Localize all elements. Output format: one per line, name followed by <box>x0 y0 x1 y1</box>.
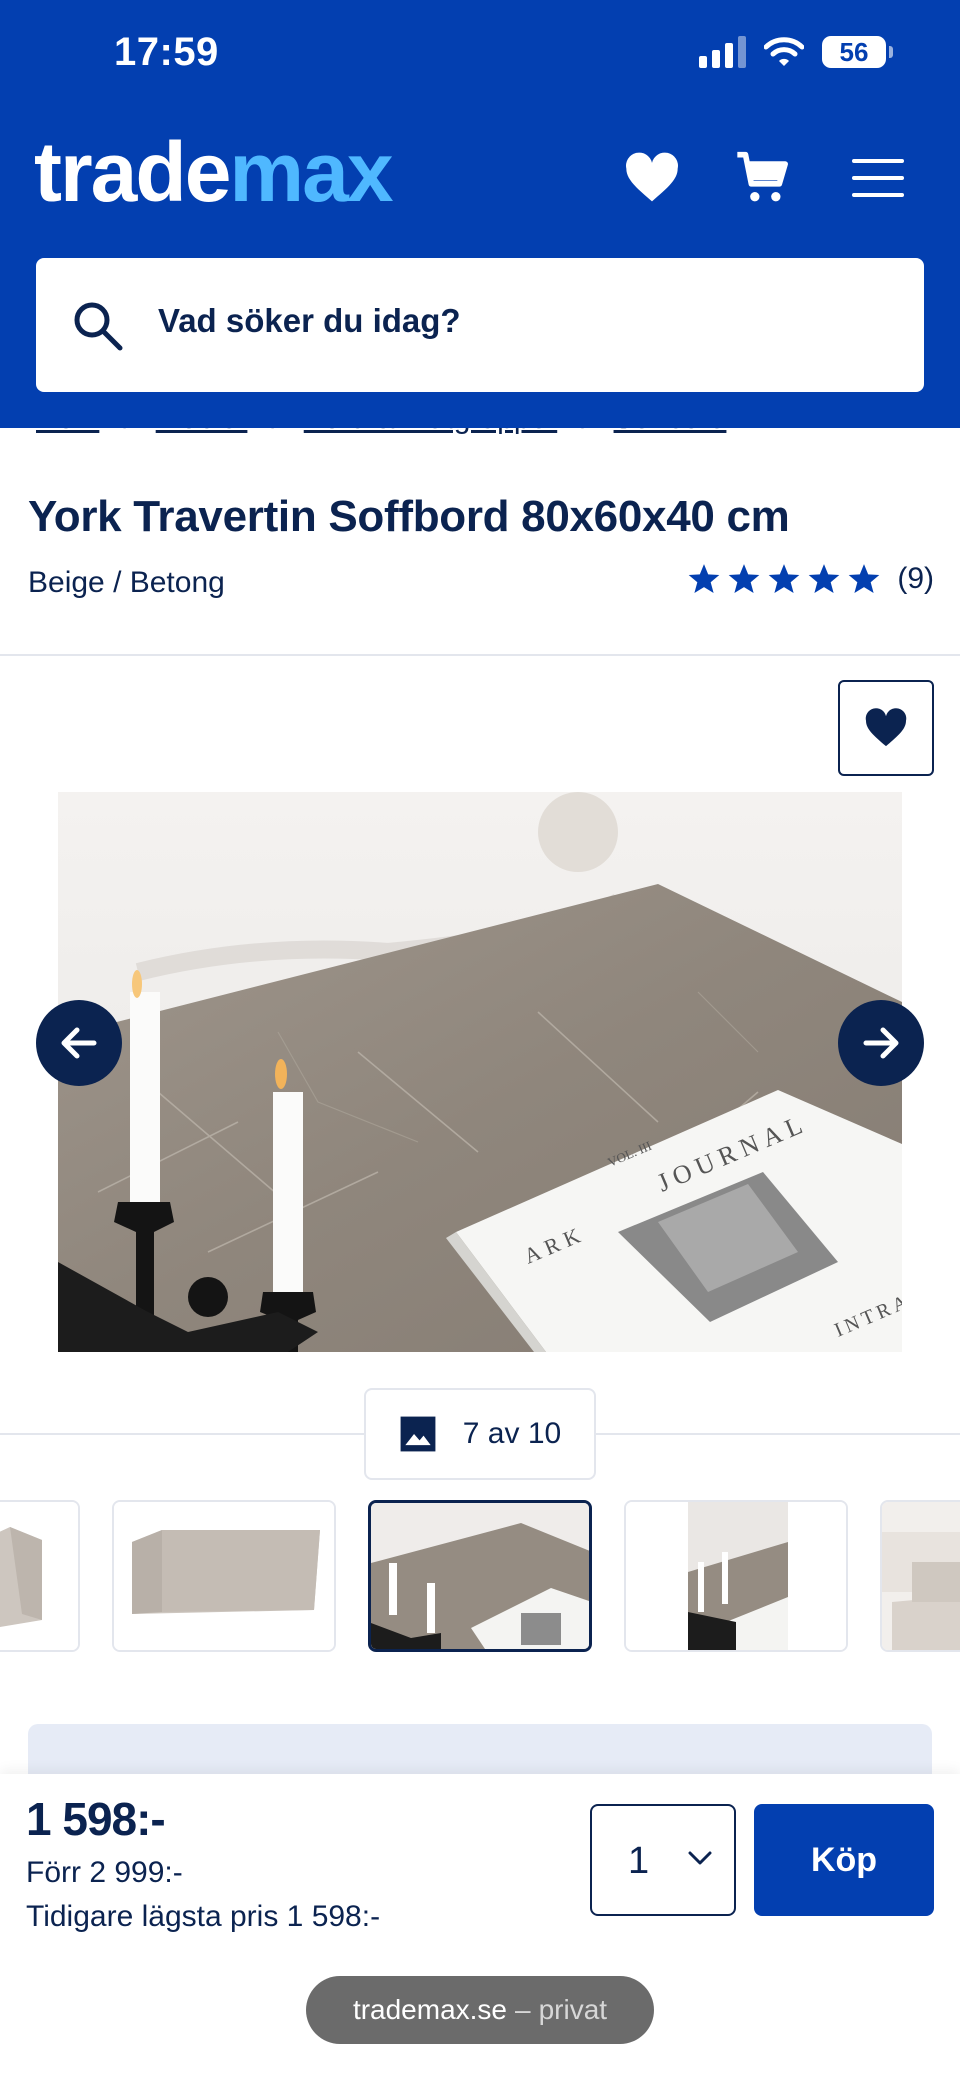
thumbnail[interactable] <box>624 1500 848 1652</box>
star-icon <box>689 564 720 594</box>
url-separator: – <box>515 1994 531 2025</box>
search-icon <box>74 302 123 351</box>
cart-icon <box>737 151 788 202</box>
image-counter[interactable]: 7 av 10 <box>364 1388 596 1480</box>
private-mode-label: privat <box>538 1994 608 2025</box>
arrow-right-icon <box>863 1027 899 1059</box>
url-domain: trademax.se <box>352 1994 508 2025</box>
quantity-value: 1 <box>628 1840 650 1882</box>
product-main-image[interactable]: VOL. III JOURNAL ARK INTRA <box>58 792 902 1352</box>
chevron-down-icon <box>688 1851 712 1865</box>
star-icon <box>809 564 840 594</box>
browser-url-bar[interactable]: trademax.se – privat <box>306 1976 654 2044</box>
status-icons: 56 <box>699 36 893 68</box>
star-icon <box>769 564 800 594</box>
star-icon <box>729 564 760 594</box>
logo-part-max: max <box>229 125 393 219</box>
product-variant: Beige / Betong <box>28 566 225 599</box>
logo-part-trade: trade <box>34 125 231 219</box>
search-input[interactable]: Vad söker du idag? <box>36 258 924 392</box>
buy-button[interactable]: Köp <box>754 1804 934 1916</box>
thumbnail-active[interactable] <box>368 1500 592 1652</box>
battery-icon: 56 <box>822 36 893 68</box>
menu-icon <box>852 159 904 197</box>
lowest-price: Tidigare lägsta pris 1 598:- <box>26 1900 381 1933</box>
thumbnail[interactable] <box>112 1500 336 1652</box>
rating-stars <box>687 563 881 595</box>
product-rating[interactable]: (9) <box>687 562 934 596</box>
divider <box>0 654 960 656</box>
thumbnail[interactable] <box>0 1500 80 1652</box>
cart-button[interactable] <box>733 148 793 208</box>
price: 1 598:- <box>26 1793 166 1845</box>
heart-icon <box>865 708 907 747</box>
add-to-favorites-button[interactable] <box>838 680 934 776</box>
search-placeholder: Vad söker du idag? <box>158 302 461 339</box>
product-page: Hem / Möbler / Bord & matgrupper / Soffb… <box>0 0 960 2077</box>
site-header: 17:59 56 trademax Vad söker du idag? <box>0 0 960 428</box>
arrow-left-icon <box>61 1027 97 1059</box>
next-image-button[interactable] <box>838 1000 924 1086</box>
menu-button[interactable] <box>848 148 908 208</box>
thumbnail[interactable] <box>880 1500 960 1652</box>
trademax-logo[interactable]: trademax <box>34 130 394 214</box>
quantity-select[interactable]: 1 <box>590 1804 736 1916</box>
wifi-icon <box>764 37 804 66</box>
heart-icon <box>626 152 678 202</box>
review-count: (9) <box>897 562 934 595</box>
previous-image-button[interactable] <box>36 1000 122 1086</box>
image-counter-text: 7 av 10 <box>462 1417 562 1450</box>
previous-price: Förr 2 999:- <box>26 1856 183 1889</box>
product-title: York Travertin Soffbord 80x60x40 cm <box>28 492 790 541</box>
star-icon <box>849 564 880 594</box>
image-icon <box>400 1416 436 1452</box>
status-time: 17:59 <box>114 30 219 74</box>
favorites-button[interactable] <box>622 148 682 208</box>
signal-icon <box>699 36 746 68</box>
